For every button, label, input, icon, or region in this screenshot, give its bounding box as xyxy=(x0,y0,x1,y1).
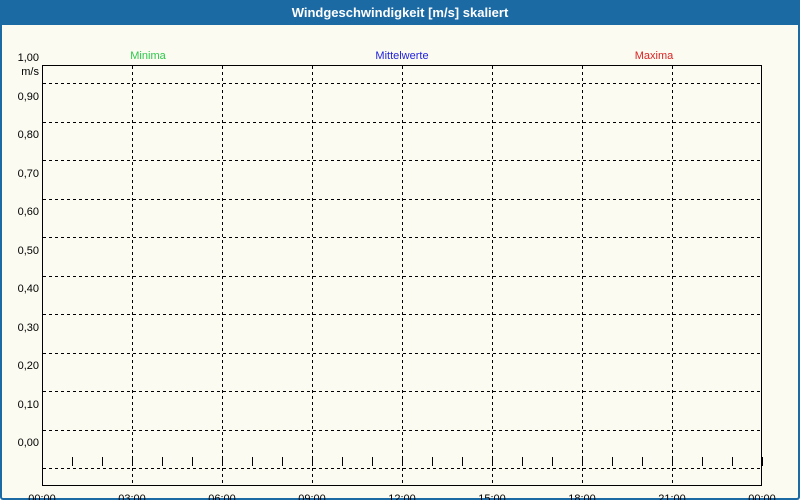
x-axis-minor-tick xyxy=(402,457,403,466)
x-axis-minor-tick xyxy=(162,457,163,466)
x-gridline xyxy=(402,66,403,485)
legend-mittelwerte: Mittelwerte xyxy=(375,49,428,63)
x-tick-time-label: 00:00 xyxy=(727,493,797,500)
x-tick-time-label: 21:00 xyxy=(637,493,707,500)
x-tick-time-label: 00:00 xyxy=(7,493,77,500)
x-axis-minor-tick xyxy=(252,457,253,466)
x-gridline xyxy=(492,66,493,485)
y-tick-label: 0,80 xyxy=(2,128,39,142)
x-axis-minor-tick xyxy=(42,457,43,466)
x-gridline xyxy=(222,66,223,485)
x-axis-minor-tick xyxy=(762,457,763,466)
x-gridline xyxy=(582,66,583,485)
legend-minima: Minima xyxy=(130,49,165,63)
x-axis-minor-tick xyxy=(642,457,643,466)
x-axis-minor-tick xyxy=(72,457,73,466)
x-axis-minor-tick xyxy=(132,457,133,466)
x-axis-minor-tick xyxy=(222,457,223,466)
x-axis-minor-tick xyxy=(492,457,493,466)
y-tick-label: 0,00 xyxy=(2,436,39,450)
x-axis-minor-tick xyxy=(552,457,553,466)
y-tick-label: 0,60 xyxy=(2,205,39,219)
x-axis-minor-tick xyxy=(312,457,313,466)
x-tick-time-label: 09:00 xyxy=(277,493,347,500)
y-tick-label: 0,50 xyxy=(2,244,39,258)
x-tick-time-label: 15:00 xyxy=(457,493,527,500)
x-axis-minor-tick xyxy=(732,457,733,466)
x-gridline xyxy=(132,66,133,485)
x-axis-minor-tick xyxy=(522,457,523,466)
plot-area xyxy=(42,65,762,486)
y-tick-label: 0,70 xyxy=(2,167,39,181)
chart-window: Windgeschwindigkeit [m/s] skaliert Minim… xyxy=(0,0,800,500)
y-tick-label: 0,10 xyxy=(2,398,39,412)
y-axis-unit-label: m/s xyxy=(2,65,39,79)
x-axis-minor-tick xyxy=(462,457,463,466)
window-title: Windgeschwindigkeit [m/s] skaliert xyxy=(0,0,800,25)
x-axis-minor-tick xyxy=(282,457,283,466)
chart-panel: Minima Mittelwerte Maxima m/s 1,00 0,90 0,… xyxy=(0,25,800,500)
y-tick-label: 0,40 xyxy=(2,282,39,296)
x-tick-time-label: 18:00 xyxy=(547,493,617,500)
y-tick-label: 0,90 xyxy=(2,90,39,104)
x-tick-time-label: 12:00 xyxy=(367,493,437,500)
y-tick-label: 0,20 xyxy=(2,359,39,373)
x-tick-time-label: 03:00 xyxy=(97,493,167,500)
x-axis-minor-tick xyxy=(672,457,673,466)
x-axis-minor-tick xyxy=(582,457,583,466)
x-gridline xyxy=(672,66,673,485)
x-tick-time-label: 06:00 xyxy=(187,493,257,500)
x-axis-minor-tick xyxy=(702,457,703,466)
x-gridline xyxy=(312,66,313,485)
x-axis-minor-tick xyxy=(372,457,373,466)
x-axis-minor-tick xyxy=(192,457,193,466)
x-axis-minor-tick xyxy=(612,457,613,466)
x-axis-minor-tick xyxy=(432,457,433,466)
x-axis-minor-tick xyxy=(342,457,343,466)
x-axis-minor-tick xyxy=(102,457,103,466)
legend-maxima: Maxima xyxy=(635,49,674,63)
y-tick-label: 1,00 xyxy=(2,51,39,65)
y-tick-label: 0,30 xyxy=(2,321,39,335)
